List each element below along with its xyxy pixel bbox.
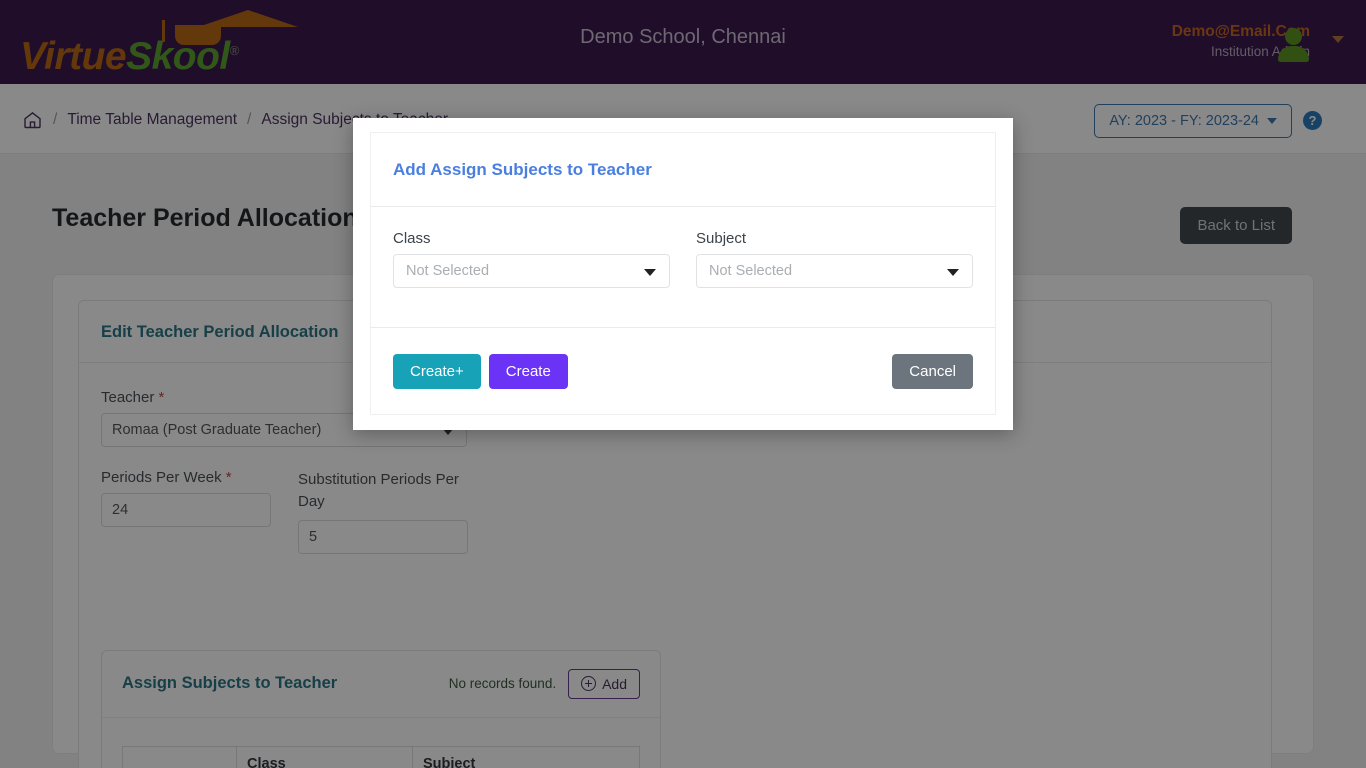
create-button[interactable]: Create	[488, 353, 568, 389]
modal-class-select[interactable]: Not Selected	[393, 254, 670, 288]
modal-subject-select[interactable]: Not Selected	[696, 254, 973, 288]
modal-class-value: Not Selected	[406, 263, 490, 279]
app-root: VirtueSkool® Demo School, Chennai Demo@E…	[0, 0, 1366, 768]
cancel-button[interactable]: Cancel	[892, 353, 973, 389]
modal-class-field: Class Not Selected	[393, 230, 670, 327]
modal-subject-value: Not Selected	[709, 263, 793, 279]
create-plus-button[interactable]: Create+	[393, 353, 481, 389]
modal-footer: Create+ Create Cancel	[371, 328, 995, 414]
modal-subject-label: Subject	[696, 230, 747, 247]
modal-header: Add Assign Subjects to Teacher	[371, 133, 995, 207]
add-assign-subjects-modal: Add Assign Subjects to Teacher Class Not…	[353, 118, 1013, 430]
modal-inner-panel: Add Assign Subjects to Teacher Class Not…	[370, 132, 996, 415]
chevron-down-icon	[644, 269, 656, 276]
modal-class-label: Class	[393, 230, 431, 247]
modal-subject-field: Subject Not Selected	[696, 230, 973, 327]
modal-title: Add Assign Subjects to Teacher	[393, 159, 652, 179]
chevron-down-icon	[947, 269, 959, 276]
modal-body: Class Not Selected Subject Not Selected	[371, 207, 995, 328]
